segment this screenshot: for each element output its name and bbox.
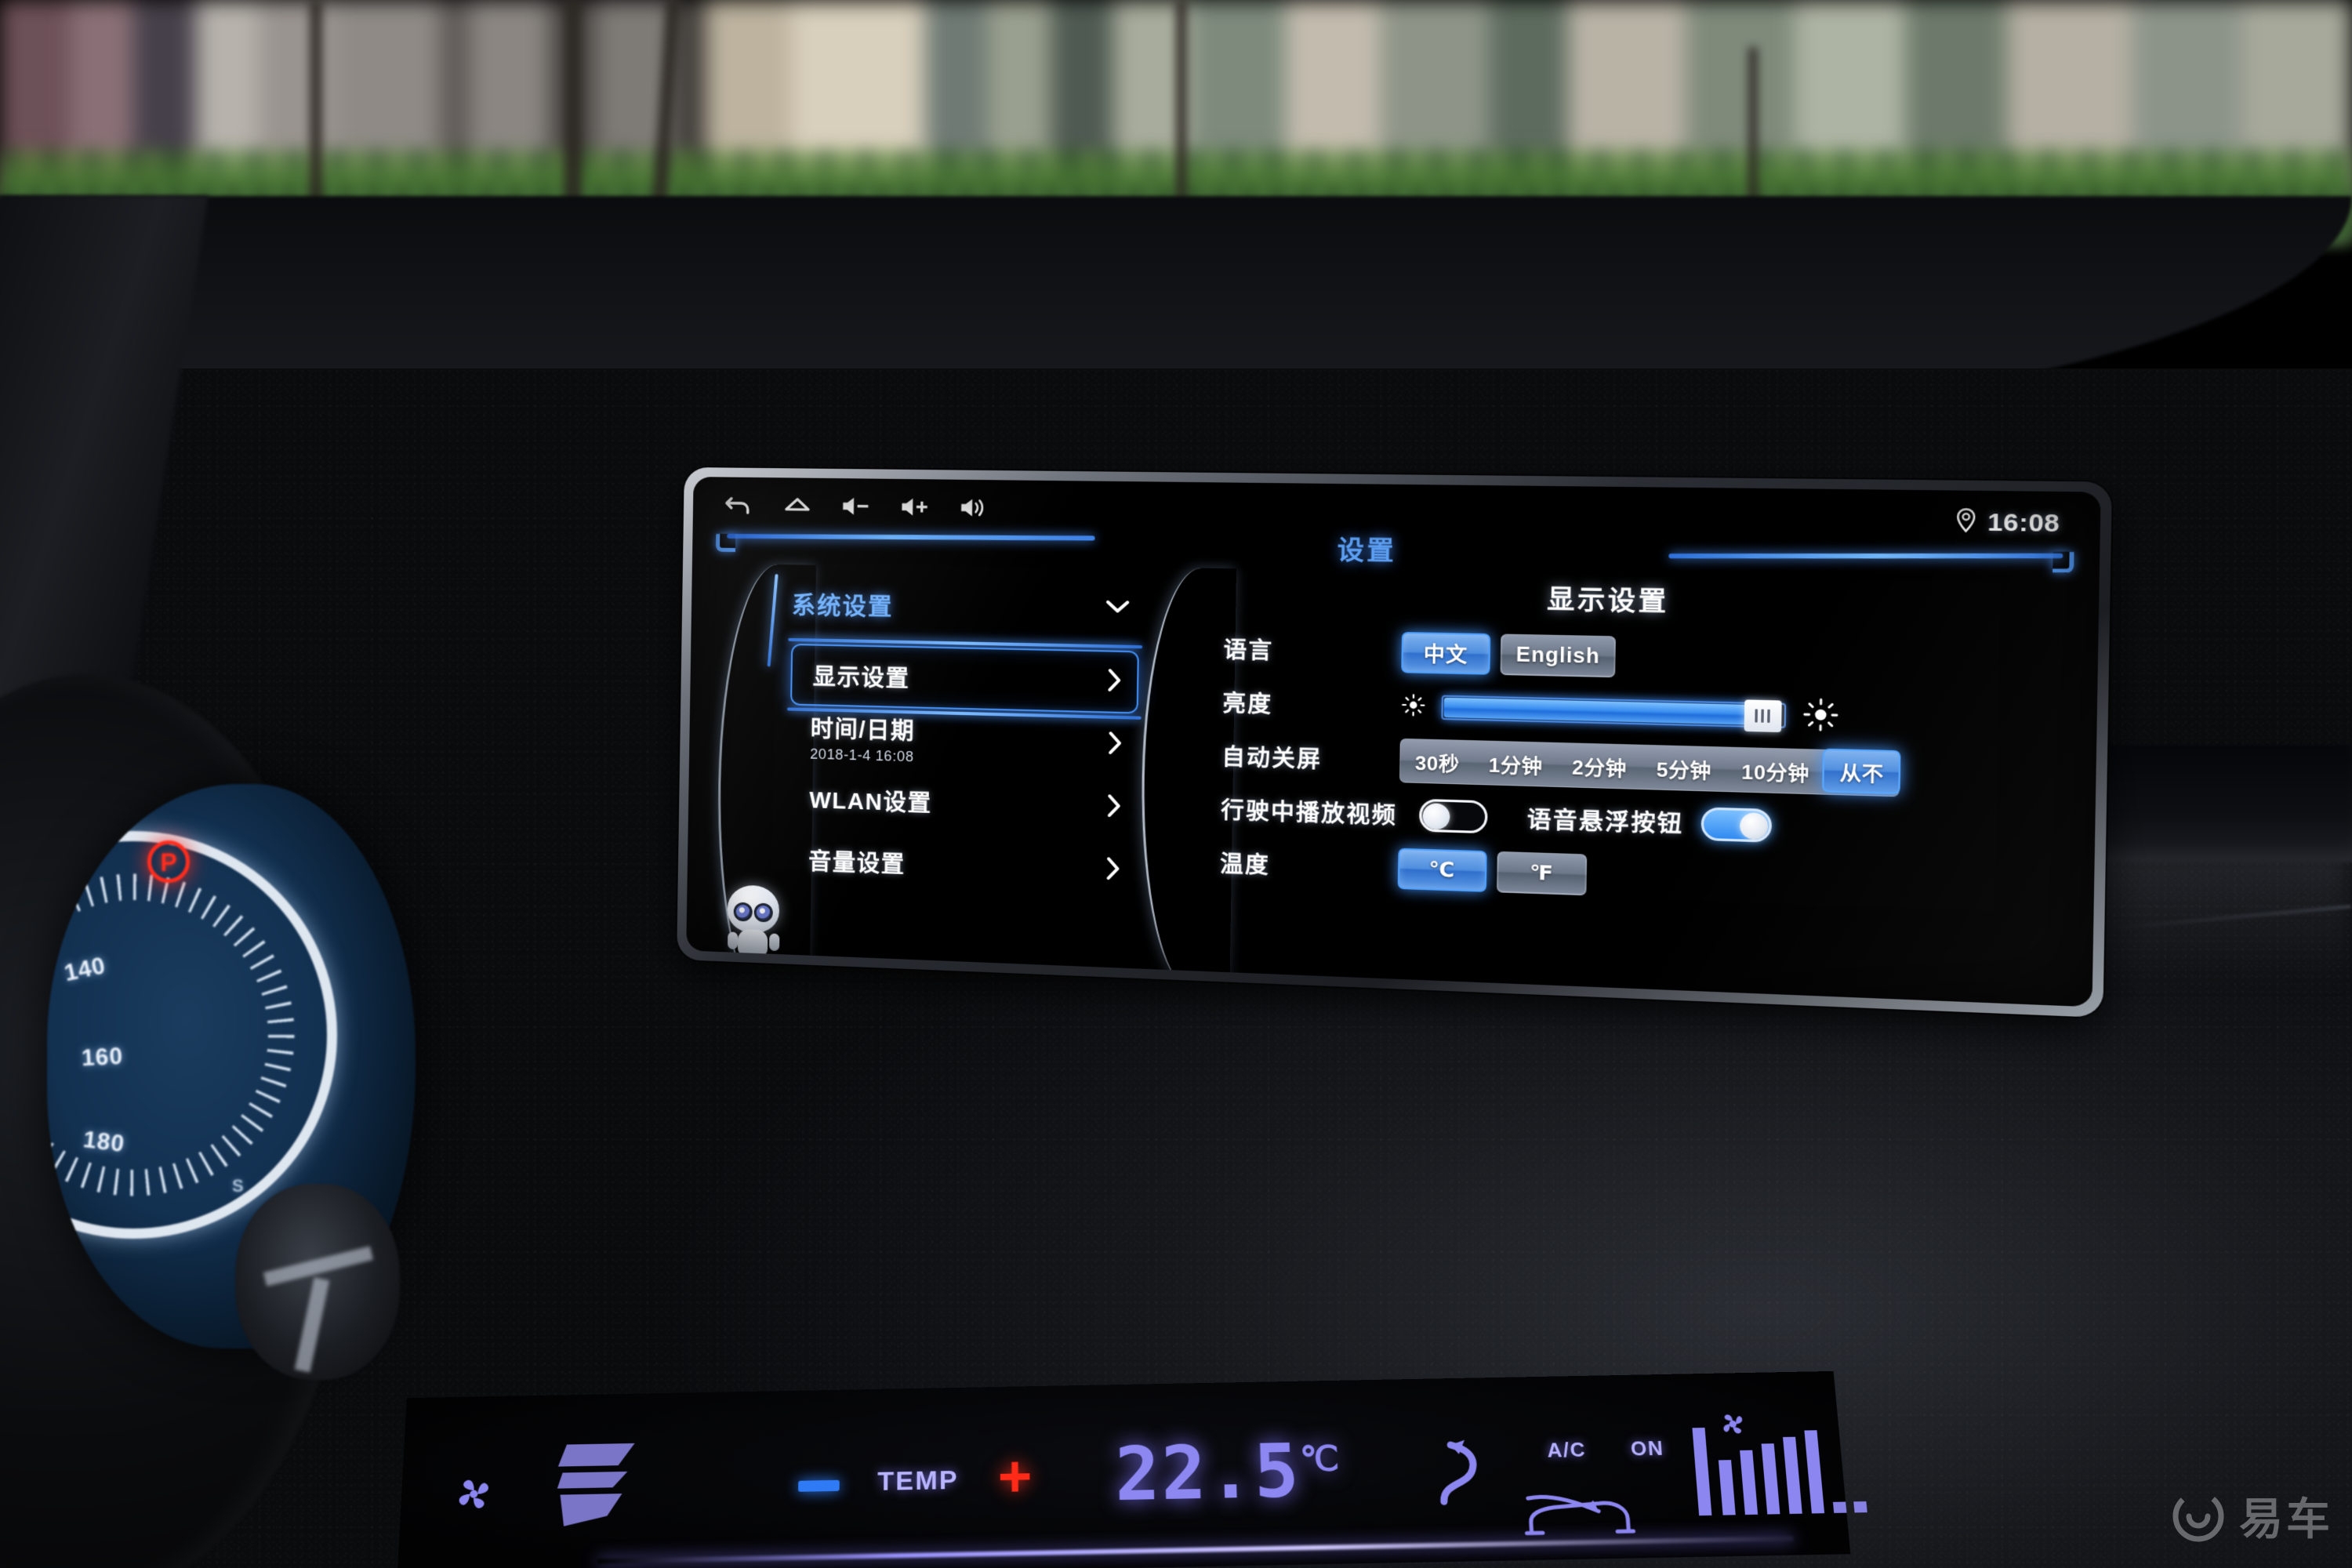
sidebar-item-subtitle: 2018-1-4 16:08 xyxy=(810,746,914,765)
recirculation-icon[interactable] xyxy=(1518,1483,1641,1542)
toggle-knob xyxy=(1739,812,1769,840)
brightness-label: 亮度 xyxy=(1222,691,1273,717)
sidebar-item-label: 音量设置 xyxy=(808,849,906,879)
sidebar-group-header[interactable]: 系统设置 xyxy=(792,585,1131,626)
auto-off-option-10min[interactable]: 10分钟 xyxy=(1726,748,1825,794)
parking-brake-icon: P xyxy=(147,840,190,883)
video-while-driving-toggle[interactable] xyxy=(1418,798,1488,834)
temperature-unit-segmented-control: ℃ ℉ xyxy=(1397,848,1588,896)
watermark-text: 易车 xyxy=(2239,1494,2333,1544)
sport-mode-mark: S xyxy=(232,1176,244,1196)
status-clock: 16:08 xyxy=(1987,508,2060,538)
temperature-unit-celsius[interactable]: ℃ xyxy=(1397,848,1487,892)
mascot-arm xyxy=(728,931,739,950)
chevron-down-icon[interactable] xyxy=(1105,599,1131,618)
speed-mark: 180 xyxy=(82,1126,126,1158)
speed-mark: 160 xyxy=(81,1043,124,1072)
auto-off-option-30s[interactable]: 30秒 xyxy=(1400,739,1475,784)
sidebar-item-display-settings[interactable]: 显示设置 xyxy=(790,643,1139,714)
volume-icon[interactable] xyxy=(959,494,990,521)
sidebar-item-label: 显示设置 xyxy=(812,664,910,692)
fan-bar-active xyxy=(1761,1443,1780,1515)
header-accent-line-left xyxy=(727,533,1095,541)
climate-control-panel: TEMP + 22.5℃ A/C ON xyxy=(397,1370,1867,1568)
mascot-eye xyxy=(753,902,773,923)
home-icon[interactable] xyxy=(782,492,813,519)
brightness-low-icon xyxy=(1400,692,1426,721)
sidebar-item-label: WLAN设置 xyxy=(809,787,932,818)
language-option-english[interactable]: English xyxy=(1500,633,1617,678)
voice-float-button-label: 语音悬浮按钮 xyxy=(1526,807,1684,838)
photo-scene: P 140 160 180 S 16:08 设置 系统设置 显示设置 时间/日期… xyxy=(0,0,2352,1568)
ac-label: A/C xyxy=(1546,1437,1587,1462)
back-icon[interactable] xyxy=(724,492,754,519)
mascot-arm xyxy=(769,933,780,952)
airflow-face-icon[interactable] xyxy=(1429,1425,1522,1521)
settings-rows: 语言 中文 English 亮度 自动关屏 30秒 1分钟 2分钟 5分钟 10… xyxy=(1220,622,2056,918)
volume-down-icon[interactable] xyxy=(840,492,871,520)
temp-decrease-button[interactable] xyxy=(798,1479,840,1492)
settings-sidebar: 系统设置 显示设置 时间/日期 2018-1-4 16:08 WLAN设置 音量… xyxy=(714,563,1149,1007)
infotainment-screen[interactable]: 16:08 设置 系统设置 显示设置 时间/日期 2018-1-4 16:08 … xyxy=(686,477,2101,1007)
auto-off-option-5min[interactable]: 5分钟 xyxy=(1641,746,1726,791)
watermark: 易车 xyxy=(2170,1484,2333,1548)
panel-title: 显示设置 xyxy=(1546,584,1669,617)
chevron-right-icon xyxy=(1107,793,1122,822)
wheel-spoke xyxy=(294,1277,330,1373)
fan-bar-inactive xyxy=(1853,1501,1867,1513)
chevron-right-icon xyxy=(1107,668,1122,696)
fan-bar-active xyxy=(1804,1430,1825,1514)
fan-bar-active xyxy=(1783,1436,1802,1515)
brightness-high-icon xyxy=(1802,696,1840,736)
temp-increase-button[interactable]: + xyxy=(997,1443,1041,1509)
climate-temperature-value: 22.5 xyxy=(1114,1428,1302,1519)
climate-temperature-display: 22.5℃ xyxy=(1114,1428,1343,1518)
fan-speed-indicator[interactable] xyxy=(1688,1410,1872,1531)
sidebar-item-list: 显示设置 时间/日期 2018-1-4 16:08 WLAN设置 音量设置 xyxy=(787,643,1139,902)
chevron-right-icon xyxy=(1108,731,1123,759)
steering-wheel-hub xyxy=(235,1184,400,1380)
infotainment-unit: 16:08 设置 系统设置 显示设置 时间/日期 2018-1-4 16:08 … xyxy=(677,466,2112,1018)
brightness-slider-handle[interactable] xyxy=(1744,699,1782,733)
auto-off-label: 自动关屏 xyxy=(1221,744,1323,772)
auto-off-segmented-control: 30秒 1分钟 2分钟 5分钟 10分钟 从不 xyxy=(1399,738,1901,797)
sidebar-group-label: 系统设置 xyxy=(791,592,894,621)
voice-float-button-toggle[interactable] xyxy=(1700,807,1773,843)
header-accent-line-right xyxy=(1668,553,2063,559)
fan-bar-active xyxy=(1718,1460,1736,1515)
mascot-eye xyxy=(733,902,753,922)
toggle-knob xyxy=(1422,803,1450,830)
sidebar-item-time-date[interactable]: 时间/日期 2018-1-4 16:08 xyxy=(789,705,1138,776)
temperature-unit-label: 温度 xyxy=(1219,851,1271,878)
page-title: 设置 xyxy=(1337,535,1397,566)
language-label: 语言 xyxy=(1223,637,1274,664)
fan-bar-inactive xyxy=(1832,1501,1847,1513)
temp-label: TEMP xyxy=(877,1465,959,1497)
climate-temperature-unit: ℃ xyxy=(1299,1439,1341,1480)
sidebar-item-label: 时间/日期 xyxy=(810,717,916,746)
chevron-right-icon xyxy=(1105,856,1120,885)
sidebar-item-wlan-settings[interactable]: WLAN设置 xyxy=(789,767,1138,840)
decorative-stripe xyxy=(556,1436,741,1534)
language-segmented-control: 中文 English xyxy=(1401,631,1617,678)
auto-off-option-never[interactable]: 从不 xyxy=(1822,748,1901,795)
mascot-head xyxy=(727,884,780,934)
sidebar-item-volume-settings[interactable]: 音量设置 xyxy=(787,828,1136,902)
brightness-slider-fill xyxy=(1443,697,1762,725)
brightness-slider[interactable] xyxy=(1441,695,1787,733)
fan-icon[interactable] xyxy=(450,1471,498,1517)
auto-off-option-1min[interactable]: 1分钟 xyxy=(1474,741,1558,786)
location-pin-icon xyxy=(1955,507,1976,537)
language-option-chinese[interactable]: 中文 xyxy=(1401,631,1491,675)
temperature-unit-fahrenheit[interactable]: ℉ xyxy=(1496,851,1588,896)
fan-bar-active xyxy=(1740,1450,1759,1515)
volume-up-icon[interactable] xyxy=(899,493,930,521)
video-while-driving-label: 行驶中播放视频 xyxy=(1220,797,1398,829)
auto-off-option-2min[interactable]: 2分钟 xyxy=(1557,743,1642,789)
display-settings-panel: 显示设置 语言 中文 English 亮度 自动关屏 30秒 1分钟 2分钟 5… xyxy=(1138,567,2067,999)
yiche-logo-icon xyxy=(2170,1488,2227,1544)
ac-state-label: ON xyxy=(1629,1436,1665,1461)
mascot-body xyxy=(737,928,768,957)
